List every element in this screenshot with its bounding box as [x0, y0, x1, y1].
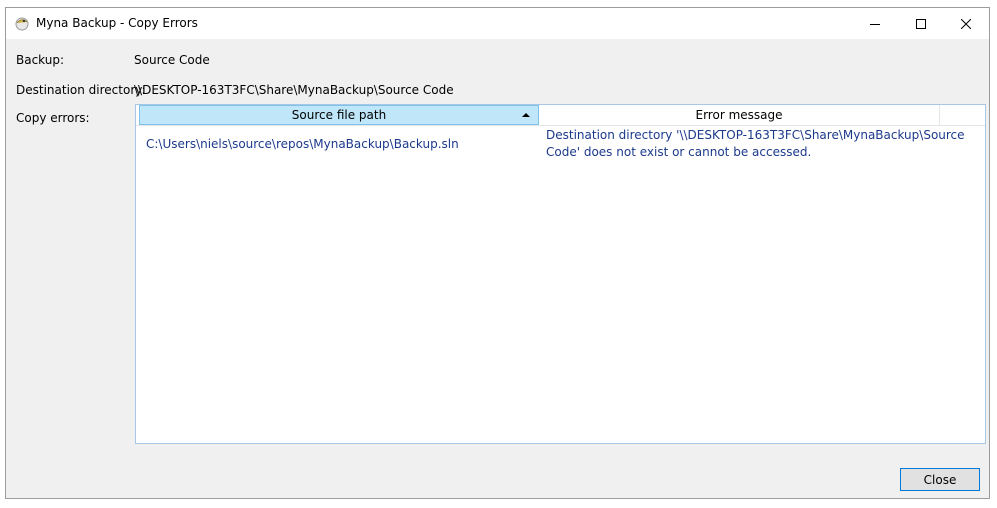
error-message-cell[interactable]: Destination directory '\\DESKTOP-163T3FC… — [546, 127, 965, 161]
grid-header: Source file path Error message — [136, 105, 985, 126]
source-path-cell[interactable]: C:\Users\niels\source\repos\MynaBackup\B… — [146, 136, 459, 153]
destination-value: \\DESKTOP-163T3FC\Share\MynaBackup\Sourc… — [134, 83, 454, 97]
close-icon — [961, 18, 971, 29]
myna-app-icon — [14, 15, 30, 31]
close-window-button[interactable] — [943, 8, 989, 39]
column-header-source-path[interactable]: Source file path — [139, 105, 539, 125]
minimize-icon — [870, 23, 880, 25]
backup-label: Backup: — [16, 53, 65, 67]
column-header-filler — [940, 105, 985, 125]
backup-value: Source Code — [134, 53, 210, 67]
maximize-icon — [916, 18, 926, 29]
error-message-line: Destination directory '\\DESKTOP-163T3FC… — [546, 128, 965, 142]
sort-ascending-icon — [522, 113, 530, 117]
title-bar[interactable]: Myna Backup - Copy Errors — [6, 8, 989, 39]
destination-label: Destination directory: — [16, 83, 146, 97]
column-header-label: Source file path — [291, 108, 387, 122]
window-title: Myna Backup - Copy Errors — [36, 16, 198, 30]
column-header-label: Error message — [695, 108, 783, 122]
minimize-button[interactable] — [852, 8, 898, 39]
copy-errors-grid[interactable]: Source file path Error message C:\Users\… — [135, 104, 986, 444]
close-button[interactable]: Close — [900, 468, 980, 491]
maximize-button[interactable] — [898, 8, 944, 39]
copy-errors-label: Copy errors: — [16, 111, 90, 125]
column-header-error-message[interactable]: Error message — [539, 105, 940, 125]
copy-errors-window: Myna Backup - Copy Errors Backup: Source… — [5, 7, 990, 499]
error-message-line: Code' does not exist or cannot be access… — [546, 145, 812, 159]
